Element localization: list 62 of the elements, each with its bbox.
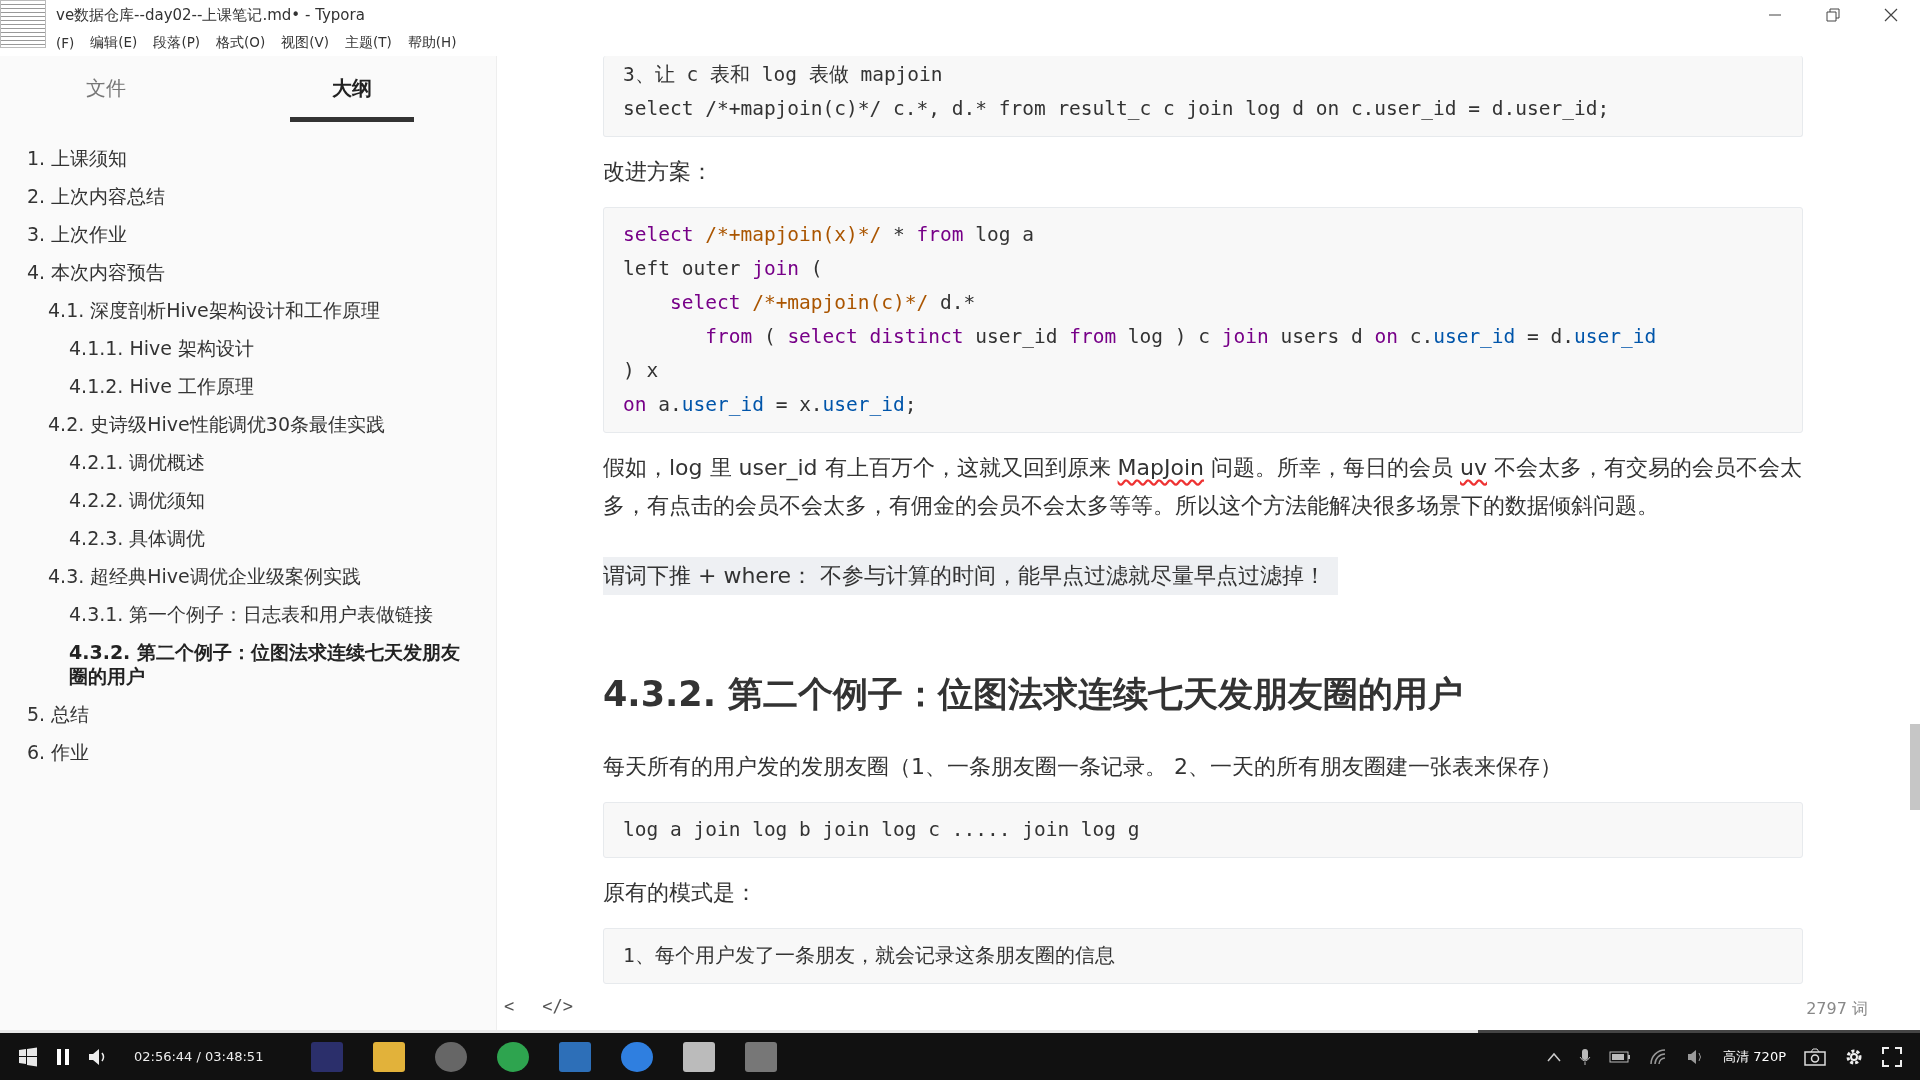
paragraph: 每天所有的用户发的发朋友圈（1、一条朋友圈一条记录。 2、一天的所有朋友圈建一张表来保存） (603, 753, 1562, 781)
app-tile-icon[interactable] (311, 1041, 344, 1072)
word-count: 2797 词 (1806, 999, 1868, 1020)
section-heading: 4.3.2. 第二个例子：位图法求连续七天发朋友圈的用户 (603, 673, 1465, 716)
collapse-sidebar-button[interactable]: < (500, 994, 519, 1018)
code-line: left outer join ( (623, 256, 824, 282)
camera-icon[interactable] (1804, 1047, 1826, 1066)
menu-item[interactable]: 编辑(E) (90, 32, 138, 54)
code-line: from ( select distinct user_id from log ) c join users d on c.user_id = d.user_id (704, 324, 1658, 350)
menu-item[interactable]: 帮助(H) (407, 32, 457, 54)
outline-item[interactable]: 4. 本次内容预告 (0, 253, 496, 291)
caret-up-icon[interactable] (1547, 1051, 1562, 1062)
fullscreen-icon[interactable] (1882, 1046, 1902, 1067)
battery-icon[interactable] (1609, 1050, 1632, 1063)
menu-item[interactable]: 段落(P) (153, 32, 201, 54)
round-app-icon[interactable] (435, 1041, 468, 1072)
outline-item[interactable]: 1. 上课须知 (0, 139, 496, 177)
code-line: 3、让 c 表和 log 表做 mapjoin (623, 62, 944, 88)
outline-item[interactable]: 4.3.1. 第一个例子：日志表和用户表做链接 (0, 595, 496, 633)
playback-time: 02:56:44 / 03:48:51 (134, 1049, 264, 1064)
outline-item[interactable]: 5. 总结 (0, 695, 496, 733)
pause-icon[interactable] (56, 1047, 70, 1066)
outline-item[interactable]: 4.1.1. Hive 架构设计 (0, 329, 496, 367)
outline-item[interactable]: 4.2.2. 调优须知 (0, 481, 496, 519)
code-line: select /*+mapjoin(c)*/ d.* (668, 290, 977, 316)
code-line: select /*+mapjoin(x)*/ * from log a (623, 222, 1035, 248)
paragraph: 假如，log 里 user_id 有上百万个，这就又回到原来 MapJoin 问题。所幸，每日的会员 uv 不会太多，有交易的会员不会太多，有点击的会员不会太多，有佣金的会员不会太多等等。所以这个方法能解决很多场景下的数据倾斜问题。 (603, 454, 1803, 520)
source-mode-button[interactable]: </> (538, 994, 577, 1018)
app-tile-icon[interactable] (559, 1041, 592, 1072)
paragraph: 原有的模式是： (603, 879, 757, 907)
outline-item[interactable]: 4.1. 深度剖析Hive架构设计和工作原理 (0, 291, 496, 329)
progress-track[interactable] (0, 1030, 1920, 1033)
menu-item[interactable]: 主题(T) (345, 32, 392, 54)
paragraph: 谓词下推 + where： 不参与计算的时间，能早点过滤就尽量早点过滤掉！ (603, 557, 1338, 595)
menu-item[interactable]: 视图(V) (281, 32, 330, 54)
scrollbar-thumb[interactable] (1910, 724, 1920, 810)
code-line: 1、每个用户发了一条朋友，就会记录这条朋友圈的信息 (623, 943, 1116, 969)
code-line: select /*+mapjoin(c)*/ c.*, d.* from result_c c join log d on c.user_id = d.user_id; (623, 96, 1611, 122)
restore-icon[interactable] (1826, 8, 1840, 22)
outline-item[interactable]: 3. 上次作业 (0, 215, 496, 253)
code-line: on a.user_id = x.user_id; (623, 392, 918, 418)
code-line: ) x (623, 358, 660, 384)
outline-item[interactable]: 4.3. 超经典Hive调优企业级案例实践 (0, 557, 496, 595)
menu-item[interactable]: 格式(O) (216, 32, 266, 54)
windows-logo-icon[interactable] (18, 1046, 38, 1067)
paragraph: 改进方案： (603, 158, 713, 186)
code-line: log a join log b join log c ..... join log g (623, 817, 1141, 843)
outline-item[interactable]: 4.1.2. Hive 工作原理 (0, 367, 496, 405)
close-icon[interactable] (1884, 8, 1898, 22)
outline-item[interactable]: 4.3.2. 第二个例子：位图法求连续七天发朋友圈的用户 (0, 633, 496, 695)
quality-button[interactable]: 高清 720P (1723, 1047, 1786, 1066)
round-app-icon[interactable] (621, 1041, 654, 1072)
sidebar-tab[interactable]: 文件 (44, 56, 168, 122)
outline-item[interactable]: 4.2.1. 调优概述 (0, 443, 496, 481)
outline-item[interactable]: 6. 作业 (0, 733, 496, 771)
microphone-icon[interactable] (1579, 1047, 1592, 1066)
outline-item[interactable]: 4.2. 史诗级Hive性能调优30条最佳实践 (0, 405, 496, 443)
menu-item[interactable]: (F) (56, 33, 75, 53)
outline-item[interactable]: 2. 上次内容总结 (0, 177, 496, 215)
window-title: ve数据仓库--day02--上课笔记.md• - Typora (56, 5, 365, 25)
outline-item[interactable]: 4.2.3. 具体调优 (0, 519, 496, 557)
sidebar-tab[interactable]: 大纲 (290, 56, 414, 122)
